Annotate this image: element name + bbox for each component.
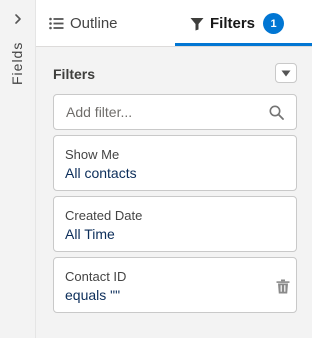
filter-label: Created Date [65, 208, 143, 223]
active-tab-indicator [175, 43, 312, 46]
filter-count-badge: 1 [263, 13, 285, 34]
filter-value: equals "" [65, 287, 121, 303]
chevron-down-icon [281, 70, 291, 76]
tab-filters-label: Filters [210, 15, 256, 32]
filter-icon [190, 17, 204, 30]
add-filter-search [53, 94, 297, 130]
trash-icon[interactable] [276, 279, 290, 294]
filter-label: Contact ID [65, 269, 127, 284]
filter-value: All Time [65, 226, 115, 242]
filters-panel: Filters Show Me All contacts Created Dat… [36, 47, 312, 338]
filter-card-contact-id[interactable]: Contact ID equals "" [53, 257, 297, 313]
tab-outline-label: Outline [70, 15, 118, 32]
filters-menu-button[interactable] [275, 63, 297, 83]
add-filter-input[interactable] [66, 95, 261, 129]
chevron-right-icon [15, 14, 21, 24]
filter-value: All contacts [65, 165, 137, 181]
filter-card-created-date[interactable]: Created Date All Time [53, 196, 297, 252]
filters-panel-title: Filters [53, 66, 96, 82]
tab-outline[interactable]: Outline [49, 0, 118, 47]
tab-filters[interactable]: Filters 1 [190, 0, 285, 47]
tab-bar: Outline Filters 1 [36, 0, 312, 47]
list-icon [49, 17, 64, 30]
filter-sidebar: Fields Outline Filters 1 Filters Add fil… [0, 0, 312, 338]
fields-rail-toggle[interactable]: Fields [0, 0, 36, 338]
filter-card-show-me[interactable]: Show Me All contacts [53, 135, 297, 191]
filter-label: Show Me [65, 147, 120, 162]
search-icon[interactable] [269, 105, 284, 120]
fields-rail-label: Fields [9, 41, 25, 85]
